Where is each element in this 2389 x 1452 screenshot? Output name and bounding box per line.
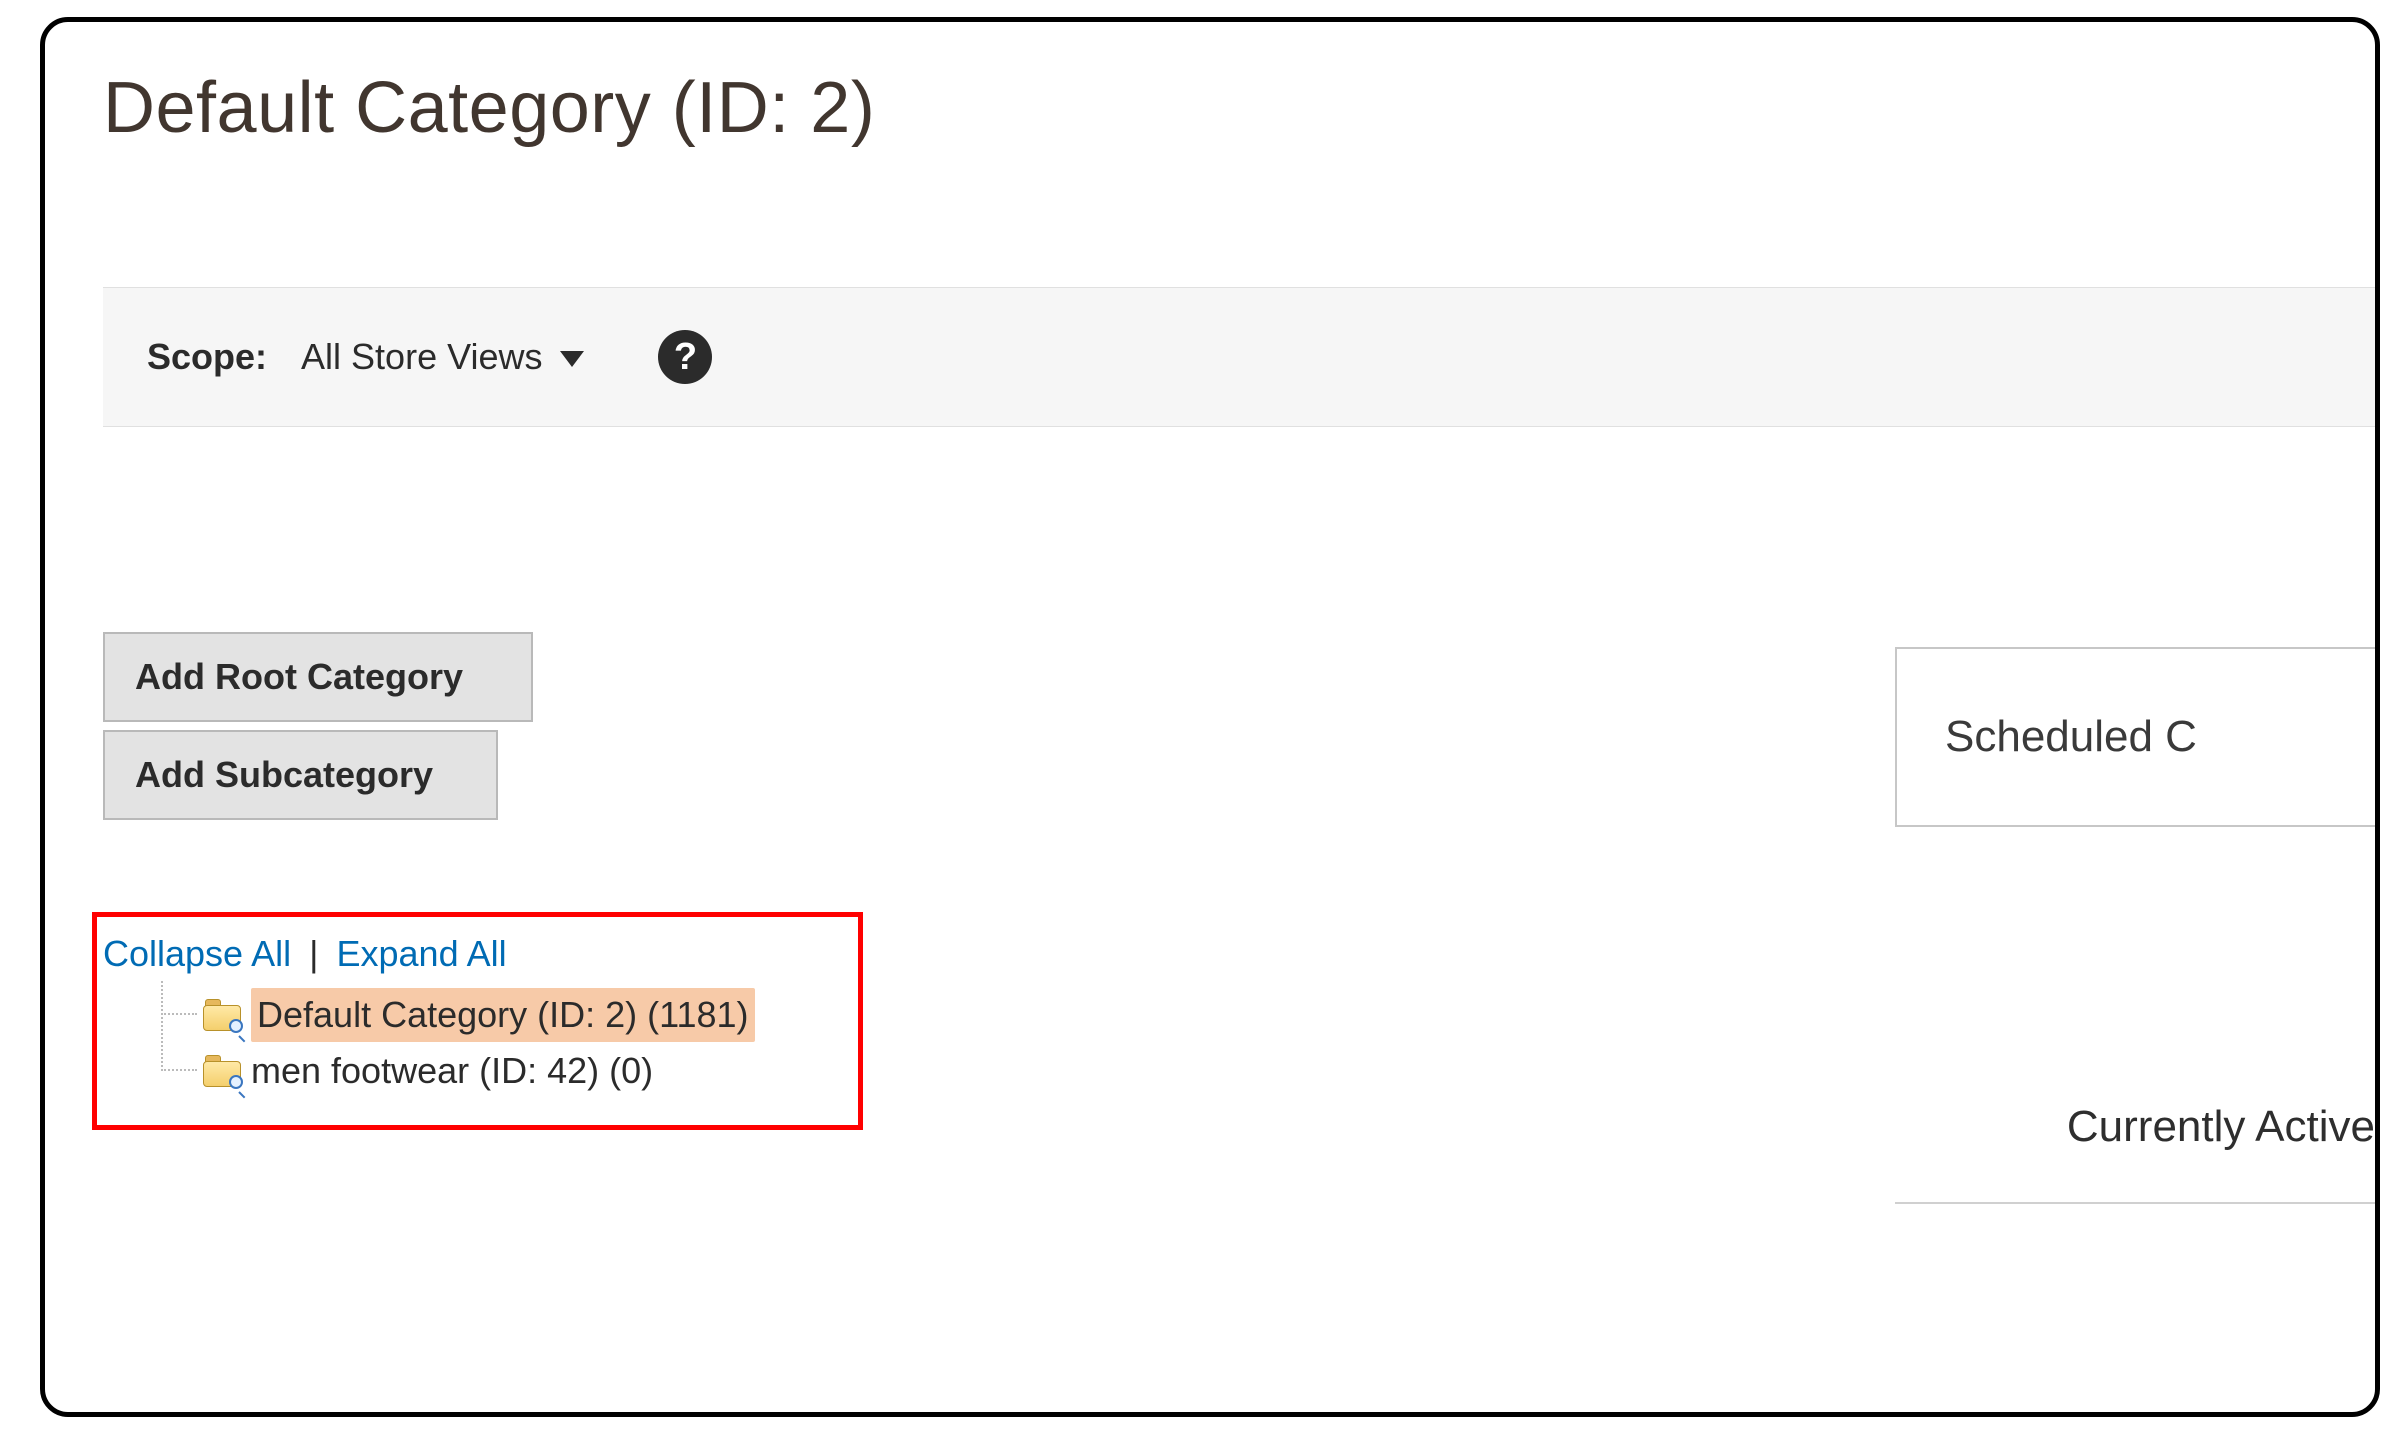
help-icon[interactable]: ? [658,330,712,384]
folder-icon [203,1055,241,1087]
tree-node-men-footwear[interactable]: men footwear (ID: 42) (0) [203,1043,863,1099]
page-title: Default Category (ID: 2) [103,67,875,149]
add-root-category-button[interactable]: Add Root Category [103,632,533,722]
chevron-down-icon [560,351,584,367]
currently-active-heading: Currently Active [2067,1102,2375,1152]
collapse-all-link[interactable]: Collapse All [103,933,291,974]
folder-icon [203,999,241,1031]
scope-selected-value: All Store Views [301,336,542,378]
expand-all-link[interactable]: Expand All [337,933,507,974]
scope-select[interactable]: All Store Views [301,336,584,378]
tree-node-label: Default Category (ID: 2) (1181) [251,988,755,1042]
category-tree: Default Category (ID: 2) (1181) men foot… [103,987,863,1099]
tree-node-default-category[interactable]: Default Category (ID: 2) (1181) [203,987,863,1043]
scope-bar: Scope: All Store Views ? [103,287,2375,427]
tree-controls: Collapse All | Expand All [103,927,863,981]
add-subcategory-button[interactable]: Add Subcategory [103,730,498,820]
scheduled-changes-heading: Scheduled C [1945,712,2197,762]
tree-node-label: men footwear (ID: 42) (0) [251,1044,653,1098]
tree-controls-separator: | [301,933,326,974]
scheduled-changes-panel: Scheduled C [1895,647,2375,827]
divider [1895,1202,2375,1204]
scope-label: Scope: [147,336,267,378]
